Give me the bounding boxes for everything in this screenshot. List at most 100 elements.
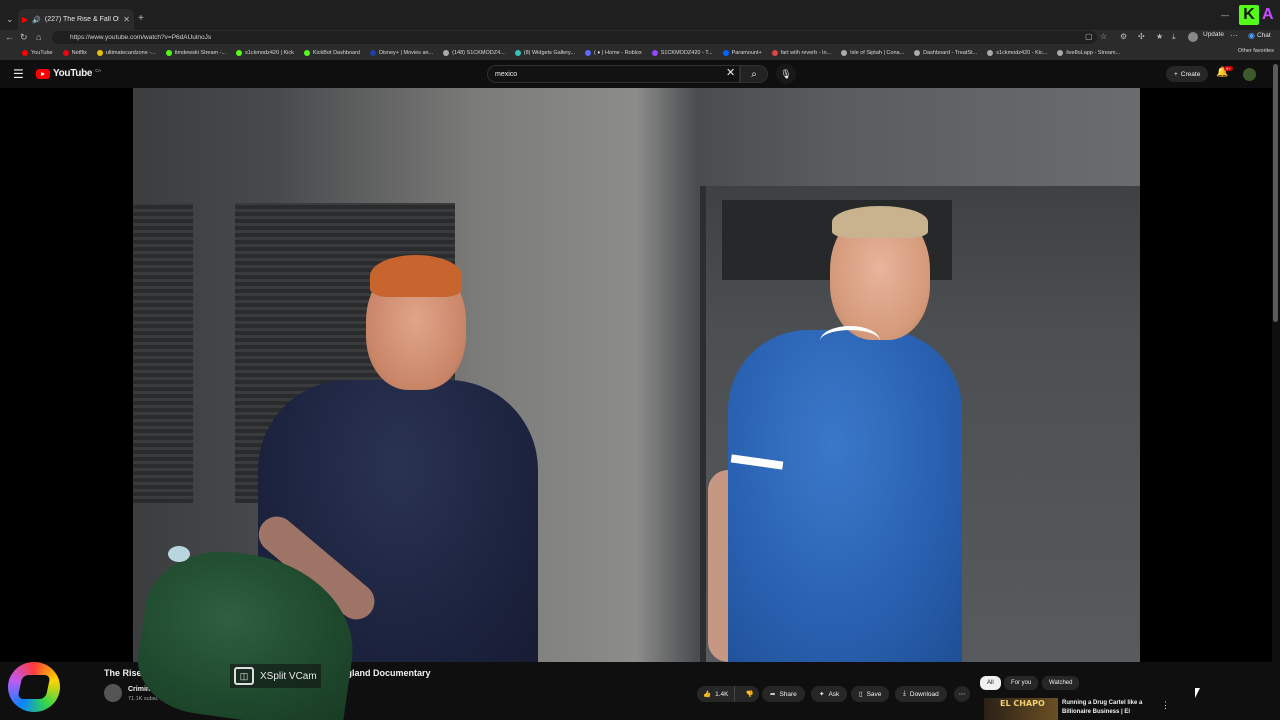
download-icon: ⤓: [903, 690, 906, 697]
hamburger-menu-icon[interactable]: ☰: [13, 67, 24, 81]
channel-avatar[interactable]: [104, 684, 122, 702]
search-button[interactable]: ⌕: [740, 65, 768, 83]
webcam-chair-highlight: [168, 546, 190, 562]
bookmark-item[interactable]: live8oLapp - Stream...: [1057, 50, 1120, 56]
scrollbar-thumb[interactable]: [1273, 64, 1278, 322]
close-tab-icon[interactable]: ✕: [123, 15, 130, 24]
other-favorites[interactable]: Other favorites: [1238, 48, 1274, 54]
copilot-icon: ◉: [1248, 31, 1255, 40]
bookmark-item[interactable]: Disney+ | Movies an...: [369, 50, 433, 56]
new-tab-icon[interactable]: +: [138, 13, 144, 24]
bookmark-item[interactable]: ( ♦ ) Home - Roblox: [584, 50, 642, 56]
browser-tab[interactable]: ▶ 🔊 (227) The Rise & Fall Of The ✕: [18, 9, 134, 30]
bookmark-icon: ▯: [859, 691, 863, 698]
bookmark-icon: [841, 50, 848, 56]
bookmark-icon: [22, 50, 28, 56]
favorite-star-icon[interactable]: ☆: [1100, 32, 1107, 41]
bookmark-icon: [369, 50, 376, 56]
mouse-cursor-icon: [1195, 688, 1200, 698]
clear-search-icon[interactable]: ✕: [726, 66, 735, 79]
overlay-logo-icon: A: [1262, 6, 1274, 23]
ask-button[interactable]: ✦ Ask: [811, 686, 848, 702]
create-label: Create: [1180, 70, 1201, 78]
minimize-icon[interactable]: —: [1221, 11, 1229, 20]
account-avatar[interactable]: [1243, 68, 1256, 81]
bookmark-item[interactable]: timdewski Stream -...: [165, 50, 226, 56]
like-button[interactable]: 👍 1.4K: [697, 686, 736, 702]
recommended-video-title-line2[interactable]: Billionaire Business | El: [1062, 709, 1130, 715]
extensions-puzzle-icon[interactable]: ✣: [1138, 32, 1145, 41]
thumbnail-text: EL CHAPO: [1000, 699, 1045, 708]
bookmark-icon: [651, 50, 658, 56]
video-person-1-hair: [370, 255, 462, 297]
thumbs-down-icon: 👎: [745, 691, 754, 698]
url-text: https://www.youtube.com/watch?v=P6dAUuln…: [70, 34, 212, 41]
bookmark-item[interactable]: Dashboard - TreatSt...: [914, 50, 977, 56]
bookmark-item[interactable]: YouTube: [22, 50, 53, 56]
chat-label: Chat: [1256, 32, 1271, 39]
subscriber-count: 71.1K subsc: [128, 696, 159, 702]
dislike-button[interactable]: 👎: [739, 686, 759, 702]
chip-all[interactable]: All: [980, 676, 1001, 690]
bookmark-icon: [1057, 50, 1064, 56]
bookmark-item[interactable]: fart with reverb - In...: [771, 50, 831, 56]
copilot-chat-button[interactable]: ◉ Chat: [1248, 31, 1271, 40]
browser-tab-strip: [0, 0, 1280, 30]
xsplit-logo-icon: ◫: [234, 667, 254, 685]
update-button[interactable]: Update: [1203, 31, 1224, 38]
youtube-logo[interactable]: YouTube CA: [36, 68, 101, 79]
voice-search-button[interactable]: 🎙: [776, 64, 796, 84]
recommended-video-title[interactable]: Running a Drug Cartel like a: [1062, 700, 1142, 706]
downloads-icon[interactable]: ⤓: [1172, 32, 1176, 42]
video-person-2-collar: [820, 326, 880, 356]
like-dislike-group: 👍 1.4K 👎: [697, 686, 759, 702]
chip-watched[interactable]: Watched: [1042, 676, 1080, 690]
bookmark-item[interactable]: (148) S1CKMODZ4...: [443, 50, 505, 56]
bookmark-icon: [722, 50, 729, 56]
kick-logo-icon: K: [1239, 5, 1259, 25]
address-bar[interactable]: https://www.youtube.com/watch?v=P6dAUuln…: [52, 31, 1097, 44]
search-input[interactable]: mexico: [487, 65, 740, 83]
stream-overlay-logo-center: [17, 675, 51, 699]
bookmark-item[interactable]: S1CKMODZ420 - T...: [651, 50, 713, 56]
tab-list-icon[interactable]: ⌄: [6, 14, 14, 25]
bookmark-icon: [165, 50, 172, 56]
more-actions-button[interactable]: ⋯: [954, 686, 970, 702]
profile-avatar[interactable]: [1188, 32, 1198, 42]
share-button[interactable]: ➦ Share: [762, 686, 805, 702]
bookmark-item[interactable]: ultimatecardzone -...: [96, 50, 156, 56]
bookmark-icon: [914, 50, 921, 56]
bookmark-item[interactable]: s1ckmodz420 - Kic...: [987, 50, 1047, 56]
bookmark-icon: [62, 50, 69, 56]
home-icon[interactable]: ⌂: [36, 32, 41, 42]
bookmark-item[interactable]: s1ckmodz420 | Kick: [236, 50, 294, 56]
search-query: mexico: [495, 70, 518, 78]
bookmark-item[interactable]: Paramount+: [722, 50, 762, 56]
back-icon[interactable]: ←: [5, 32, 14, 42]
bookmark-icon: [514, 50, 521, 56]
download-button[interactable]: ⤓ Download: [895, 686, 947, 702]
bookmark-item[interactable]: Netflix: [62, 50, 87, 56]
bookmark-item[interactable]: Isle of Siptah | Cona...: [841, 50, 904, 56]
create-button[interactable]: + Create: [1166, 66, 1209, 82]
download-label: Download: [909, 690, 939, 698]
more-vertical-icon[interactable]: ⋮: [1161, 700, 1170, 711]
chip-for-you[interactable]: For you: [1004, 676, 1039, 690]
youtube-play-icon: [36, 68, 50, 79]
ask-label: Ask: [828, 690, 840, 698]
bookmark-icon: [96, 50, 103, 56]
bookmark-item[interactable]: KickBot Dashboard: [303, 50, 360, 56]
refresh-icon[interactable]: ↻: [20, 32, 28, 43]
extension-icon[interactable]: ⚙: [1120, 32, 1127, 41]
more-options-icon[interactable]: ⋯: [1230, 31, 1238, 40]
split-screen-icon[interactable]: ▢: [1085, 32, 1093, 41]
bookmark-item[interactable]: (8) Widgets Gallery...: [514, 50, 575, 56]
favorites-icon[interactable]: ★: [1156, 32, 1163, 41]
speaker-icon[interactable]: 🔊: [32, 16, 41, 24]
video-title-continued: ngland Documentary: [341, 668, 431, 678]
xsplit-vcam-watermark: ◫ XSplit VCam: [230, 664, 321, 688]
share-icon: ➦: [770, 691, 776, 698]
microphone-icon: 🎙: [780, 68, 792, 79]
tab-title: (227) The Rise & Fall Of The: [44, 16, 120, 23]
save-button[interactable]: ▯ Save: [851, 686, 890, 702]
